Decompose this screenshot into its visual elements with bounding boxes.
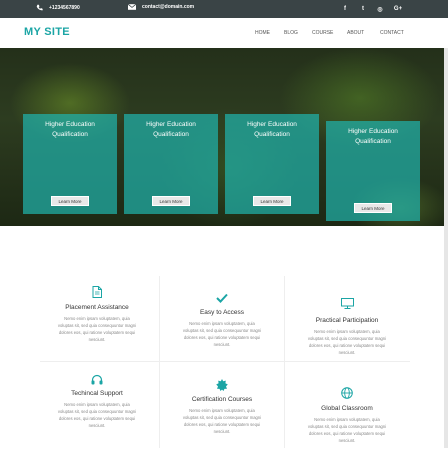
nav-item-course[interactable]: COURSE (312, 30, 333, 36)
main-navbar: MY SITE HOME BLOG COURSE ABOUT CONTACT (0, 18, 448, 48)
feature-certification-courses: Certification Courses Nemo enim ipsam vo… (159, 378, 285, 454)
nav-item-contact[interactable]: CONTACT (380, 30, 404, 36)
feature-title: Easy to Access (199, 309, 245, 316)
feature-placement-assistance: Placement Assistance Nemo enim ipsam vol… (34, 282, 160, 358)
feature-global-classroom: Global Classroom Nemo enim ipsam volupta… (284, 386, 410, 448)
feature-title: Practical Participation (315, 317, 379, 324)
instagram-icon[interactable]: ◎ (375, 4, 385, 14)
feature-title: Certification Courses (191, 396, 253, 403)
feature-title: Global Classroom (321, 405, 373, 412)
features-section: Placement Assistance Nemo enim ipsam vol… (0, 226, 448, 448)
phone-icon (36, 4, 43, 11)
feature-desc-line: dolores eos, qui ratione voluptatem sequ… (308, 431, 386, 436)
card-title-line2: Qualification (254, 131, 290, 138)
feature-desc-line: dolores eos, qui ratione voluptatem sequ… (58, 330, 136, 335)
phone-number: +1234567890 (49, 4, 80, 11)
feature-desc-line: Nemo enim ipsam voluptatem, quia (189, 408, 255, 413)
nav-item-home[interactable]: HOME (255, 30, 270, 36)
nav-item-about[interactable]: ABOUT (347, 30, 364, 36)
twitter-icon[interactable]: t (358, 4, 368, 14)
globe-icon (340, 386, 354, 400)
card-title-line2: Qualification (153, 131, 189, 138)
feature-desc-line: voluptas sit, sed quia consequuntur magn… (57, 323, 137, 328)
learn-more-button[interactable]: Learn More (152, 196, 190, 206)
feature-desc-line: dolores eos, qui ratione voluptatem sequ… (58, 416, 136, 421)
top-contact-bar: +1234567890 contact@domain.com f t ◎ G+ (0, 0, 448, 18)
feature-desc-line: nesciunt. (213, 342, 231, 347)
feature-title: Techincal Support (71, 390, 123, 397)
feature-desc-line: voluptas sit, sed quia consequuntur magn… (307, 336, 387, 341)
feature-desc-line: Nemo enim ipsam voluptatem, quia (189, 321, 255, 326)
feature-technical-support: Techincal Support Nemo enim ipsam volupt… (34, 372, 160, 448)
feature-desc-line: dolores eos, qui ratione voluptatem sequ… (308, 343, 386, 348)
checkmark-icon (215, 291, 229, 305)
feature-desc-line: Nemo enim ipsam voluptatem, quia (64, 316, 130, 321)
hero-card: Higher Education Qualification Learn Mor… (225, 114, 319, 214)
email-address: contact@domain.com (142, 4, 195, 10)
learn-more-button[interactable]: Learn More (253, 196, 291, 206)
feature-desc-line: Nemo enim ipsam voluptatem, quia (314, 417, 380, 422)
learn-more-button[interactable]: Learn More (354, 203, 392, 213)
feature-desc-line: voluptas sit, sed quia consequuntur magn… (182, 415, 262, 420)
feature-practical-participation: Practical Participation Nemo enim ipsam … (284, 296, 410, 372)
card-title-line1: Higher Education (348, 128, 398, 135)
feature-desc-line: voluptas sit, sed quia consequuntur magn… (182, 328, 262, 333)
feature-desc-line: voluptas sit, sed quia consequuntur magn… (57, 409, 137, 414)
feature-desc-line: Nemo enim ipsam voluptatem, quia (64, 402, 130, 407)
monitor-icon (340, 296, 354, 310)
feature-easy-to-access: Easy to Access Nemo enim ipsam voluptate… (159, 289, 285, 365)
feature-desc-line: Nemo enim ipsam voluptatem, quia (314, 329, 380, 334)
feature-desc-line: dolores eos, qui ratione voluptatem sequ… (183, 335, 261, 340)
hero-card: Higher Education Qualification Learn Mor… (326, 121, 420, 221)
email-contact[interactable]: contact@domain.com (128, 4, 194, 10)
card-title-line1: Higher Education (146, 121, 196, 128)
card-title-line1: Higher Education (247, 121, 297, 128)
learn-more-button[interactable]: Learn More (51, 196, 89, 206)
document-icon (90, 285, 104, 299)
envelope-icon (128, 4, 136, 10)
phone-contact[interactable]: +1234567890 (36, 4, 80, 11)
feature-title: Placement Assistance (65, 304, 129, 311)
facebook-icon[interactable]: f (340, 4, 350, 14)
hero-banner: Higher Education Qualification Learn Mor… (0, 48, 448, 226)
feature-desc-line: voluptas sit, sed quia consequuntur magn… (307, 424, 387, 429)
feature-desc-line: nesciunt. (213, 429, 231, 434)
feature-desc-line: nesciunt. (338, 438, 356, 443)
card-title-line1: Higher Education (45, 121, 95, 128)
card-title-line2: Qualification (52, 131, 88, 138)
certificate-icon (215, 378, 229, 392)
site-logo[interactable]: MY SITE (24, 26, 70, 38)
card-title-line2: Qualification (355, 138, 391, 145)
feature-desc-line: nesciunt. (88, 423, 106, 428)
page-scrollbar[interactable] (444, 48, 448, 448)
feature-desc-line: nesciunt. (338, 350, 356, 355)
headphones-icon (90, 372, 104, 386)
google-plus-icon[interactable]: G+ (393, 4, 403, 14)
hero-card: Higher Education Qualification Learn Mor… (23, 114, 117, 214)
feature-desc-line: nesciunt. (88, 337, 106, 342)
feature-desc-line: dolores eos, qui ratione voluptatem sequ… (183, 422, 261, 427)
hero-card: Higher Education Qualification Learn Mor… (124, 114, 218, 214)
nav-item-blog[interactable]: BLOG (284, 30, 298, 36)
